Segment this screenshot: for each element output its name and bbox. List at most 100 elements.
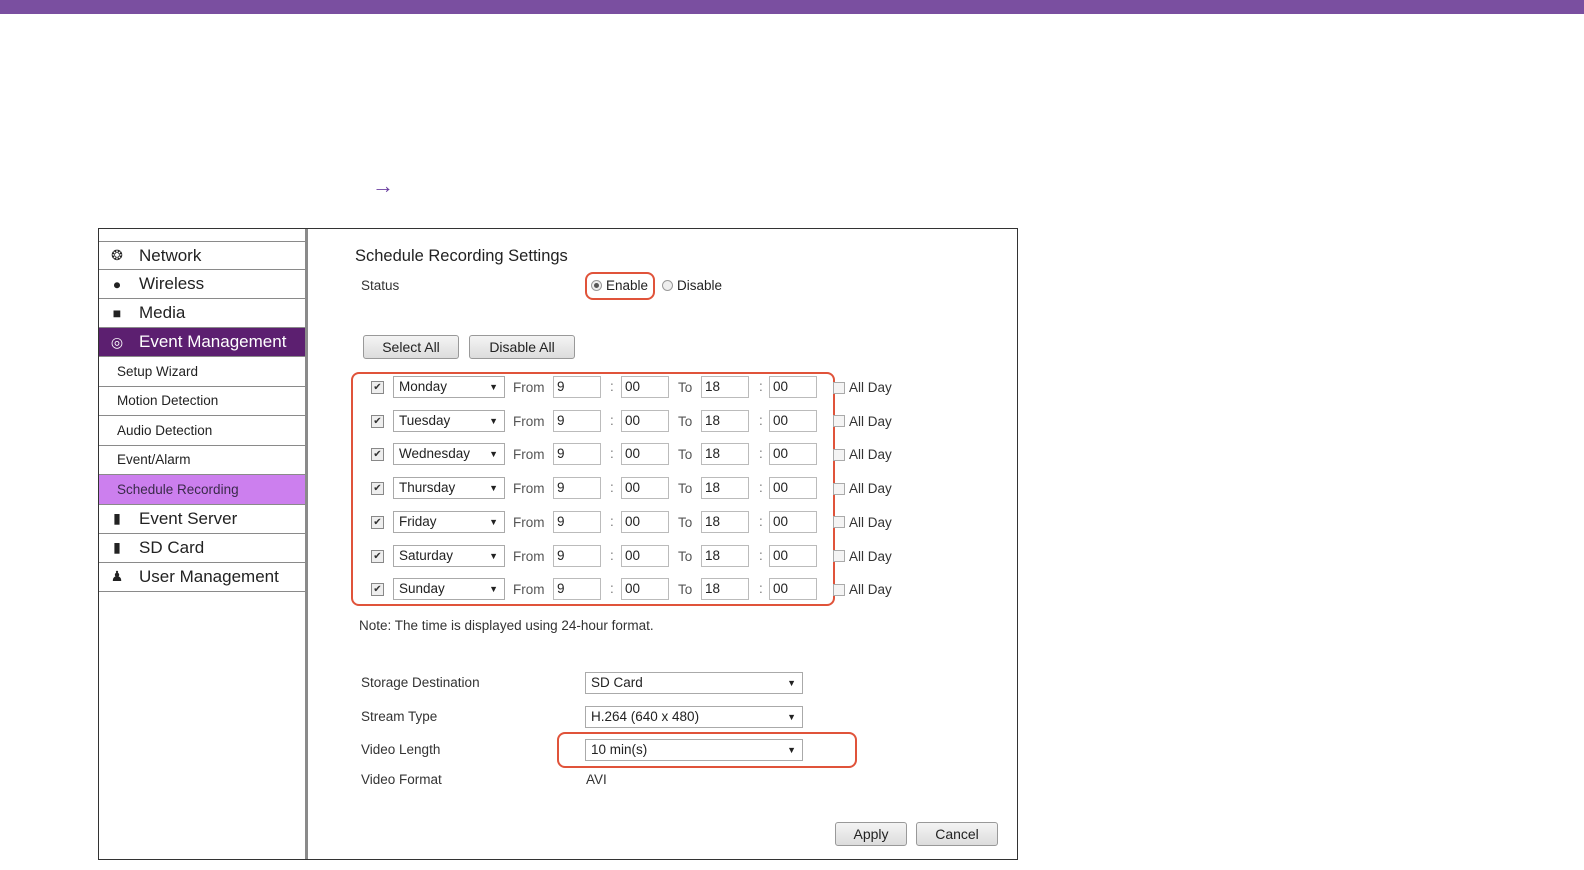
disable-radio[interactable]	[662, 280, 674, 291]
all-day-checkbox[interactable]	[833, 550, 845, 562]
day-select[interactable]: Tuesday ▼	[393, 409, 505, 432]
day-checkbox[interactable]: ✔	[371, 482, 384, 496]
day-select[interactable]: Monday ▼	[393, 376, 505, 398]
schedule-row-saturday: ✔ Saturday ▼ From 9:00 To 18:00 All Day	[371, 544, 911, 569]
from-hour-input[interactable]: 9	[553, 578, 601, 601]
day-checkbox[interactable]: ✔	[371, 583, 384, 597]
day-select[interactable]: Friday ▼	[393, 510, 505, 533]
day-select[interactable]: Saturday ▼	[393, 544, 505, 567]
chevron-down-icon: ▼	[489, 483, 498, 494]
disable-all-button[interactable]: Disable All	[469, 335, 575, 359]
all-day-checkbox[interactable]	[833, 516, 845, 529]
day-checkbox[interactable]: ✔	[371, 414, 384, 428]
from-hour-input[interactable]: 9	[553, 544, 601, 567]
nav-label: Event/Alarm	[117, 452, 191, 468]
from-minute-input[interactable]: 00	[621, 477, 669, 500]
nav-sd-card[interactable]: ▮ SD Card	[99, 534, 305, 563]
length-label: Video Length	[361, 742, 441, 757]
nav-motion-detection[interactable]: Motion Detection	[99, 387, 305, 416]
nav-event-alarm[interactable]: Event/Alarm	[99, 446, 305, 475]
all-day-option: All Day	[833, 481, 892, 496]
length-highlight	[557, 732, 857, 768]
schedule-row-friday: ✔ Friday ▼ From 9:00 To 18:00 All Day	[371, 510, 911, 535]
from-minute-input[interactable]: 00	[621, 544, 669, 567]
nav-label: Setup Wizard	[117, 363, 199, 379]
colon: :	[610, 412, 614, 428]
from-minute-input[interactable]: 00	[621, 578, 669, 601]
to-hour-input[interactable]: 18	[701, 443, 749, 466]
nav-network[interactable]: ❂ Network	[99, 241, 305, 270]
nav-label: Motion Detection	[117, 393, 219, 409]
to-minute-input[interactable]: 00	[769, 544, 817, 567]
from-label: From	[513, 514, 545, 530]
stream-value: H.264 (640 x 480)	[591, 709, 700, 724]
from-hour-input[interactable]: 9	[553, 443, 601, 466]
day-select[interactable]: Thursday ▼	[393, 477, 505, 500]
all-day-label: All Day	[849, 413, 892, 429]
all-day-checkbox[interactable]	[833, 415, 845, 428]
to-minute-input[interactable]: 00	[769, 477, 817, 500]
from-label: From	[513, 413, 545, 429]
all-day-checkbox[interactable]	[833, 583, 845, 596]
colon: :	[759, 547, 763, 563]
day-checkbox[interactable]: ✔	[371, 549, 384, 563]
colon: :	[610, 581, 614, 597]
chevron-down-icon: ▼	[787, 678, 796, 688]
apply-button[interactable]: Apply	[835, 822, 907, 846]
nav-media[interactable]: ■ Media	[99, 299, 305, 328]
to-minute-input[interactable]: 00	[769, 409, 817, 432]
schedule-row-thursday: ✔ Thursday ▼ From 9:00 To 18:00 All Day	[371, 477, 911, 501]
arrow-icon: →	[372, 173, 394, 198]
nav-event-server[interactable]: ▮ Event Server	[99, 505, 305, 534]
nav-wireless[interactable]: ⦁ Wireless	[99, 270, 305, 299]
from-hour-input[interactable]: 9	[553, 376, 601, 398]
disable-label: Disable	[677, 278, 723, 293]
nav-user-management[interactable]: ♟ User Management	[99, 563, 305, 592]
all-day-option: All Day	[833, 582, 892, 597]
from-minute-input[interactable]: 00	[621, 443, 669, 466]
from-minute-input[interactable]: 00	[621, 510, 669, 533]
chevron-down-icon: ▼	[489, 382, 498, 392]
to-hour-input[interactable]: 18	[701, 376, 749, 398]
to-hour-input[interactable]: 18	[701, 477, 749, 500]
nav-event-management[interactable]: ◎ Event Management	[99, 328, 305, 357]
all-day-checkbox[interactable]	[833, 448, 845, 461]
select-all-button[interactable]: Select All	[363, 335, 459, 359]
to-minute-input[interactable]: 00	[769, 443, 817, 466]
from-minute-input[interactable]: 00	[621, 376, 669, 398]
nav-setup-wizard[interactable]: Setup Wizard	[99, 357, 305, 387]
nav-schedule-recording[interactable]: Schedule Recording	[99, 475, 305, 505]
nav-label: Wireless	[139, 274, 205, 293]
day-select[interactable]: Wednesday ▼	[393, 443, 505, 466]
to-minute-input[interactable]: 00	[769, 578, 817, 601]
from-hour-input[interactable]: 9	[553, 510, 601, 533]
to-hour-input[interactable]: 18	[701, 544, 749, 567]
stream-select[interactable]: H.264 (640 x 480) ▼	[585, 706, 803, 728]
all-day-option: All Day	[833, 380, 892, 395]
day-select[interactable]: Sunday ▼	[393, 578, 505, 601]
all-day-checkbox[interactable]	[833, 482, 845, 495]
storage-select[interactable]: SD Card ▼	[585, 672, 803, 694]
to-hour-input[interactable]: 18	[701, 510, 749, 533]
to-hour-input[interactable]: 18	[701, 409, 749, 432]
colon: :	[610, 547, 614, 563]
all-day-label: All Day	[849, 481, 892, 497]
sidebar: ❂ Network ⦁ Wireless ■ Media ◎ Event Managem…	[99, 241, 305, 592]
all-day-checkbox[interactable]	[833, 381, 845, 394]
from-hour-input[interactable]: 9	[553, 409, 601, 432]
day-checkbox[interactable]: ✔	[371, 381, 384, 394]
storage-value: SD Card	[591, 675, 643, 690]
from-minute-input[interactable]: 00	[621, 409, 669, 432]
event-server-icon: ▮	[113, 510, 121, 526]
to-minute-input[interactable]: 00	[769, 510, 817, 533]
nav-label: Event Server	[139, 508, 238, 528]
storage-label: Storage Destination	[361, 675, 480, 690]
to-minute-input[interactable]: 00	[769, 376, 817, 398]
from-hour-input[interactable]: 9	[553, 477, 601, 500]
day-checkbox[interactable]: ✔	[371, 448, 384, 462]
colon: :	[610, 480, 614, 496]
day-checkbox[interactable]: ✔	[371, 515, 384, 529]
nav-audio-detection[interactable]: Audio Detection	[99, 416, 305, 446]
to-hour-input[interactable]: 18	[701, 578, 749, 601]
cancel-button[interactable]: Cancel	[916, 822, 998, 846]
